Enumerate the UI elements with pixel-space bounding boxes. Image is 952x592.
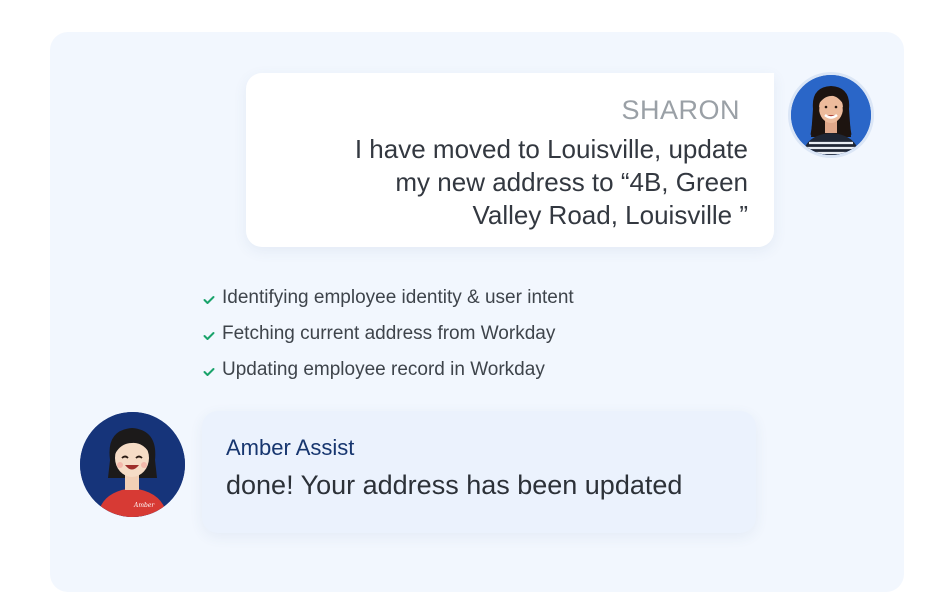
- step-label: Updating employee record in Workday: [222, 359, 545, 380]
- bot-message-text: done! Your address has been updated: [226, 470, 683, 500]
- check-icon: [203, 332, 215, 340]
- user-message-line: Valley Road, Louisville ”: [472, 200, 748, 230]
- bot-sender-name: Amber Assist: [226, 435, 355, 460]
- user-message-text: I have moved to Louisville, update my ne…: [278, 133, 748, 232]
- shirt-logo-text: Amber: [133, 502, 155, 509]
- step-item: Fetching current address from Workday: [202, 316, 574, 352]
- bot-avatar: Amber: [80, 412, 185, 517]
- check-icon: [203, 368, 215, 376]
- check-icon: [203, 296, 215, 304]
- step-item: Updating employee record in Workday: [202, 352, 574, 388]
- bot-message-bubble: Amber Assist done! Your address has been…: [202, 411, 756, 533]
- step-label: Fetching current address from Workday: [222, 323, 556, 344]
- step-label: Identifying employee identity & user int…: [222, 287, 574, 308]
- amber-avatar-icon: Amber: [80, 412, 185, 517]
- user-message-bubble: SHARON I have moved to Louisville, updat…: [246, 73, 774, 247]
- user-message-line: I have moved to Louisville, update: [354, 134, 748, 164]
- woman-avatar-icon: [791, 75, 871, 155]
- user-message-line: my new address to “4B, Green: [395, 167, 748, 197]
- user-avatar: [788, 72, 874, 158]
- progress-steps: Identifying employee identity & user int…: [202, 280, 574, 388]
- user-sender-name: SHARON: [621, 95, 740, 125]
- step-item: Identifying employee identity & user int…: [202, 280, 574, 316]
